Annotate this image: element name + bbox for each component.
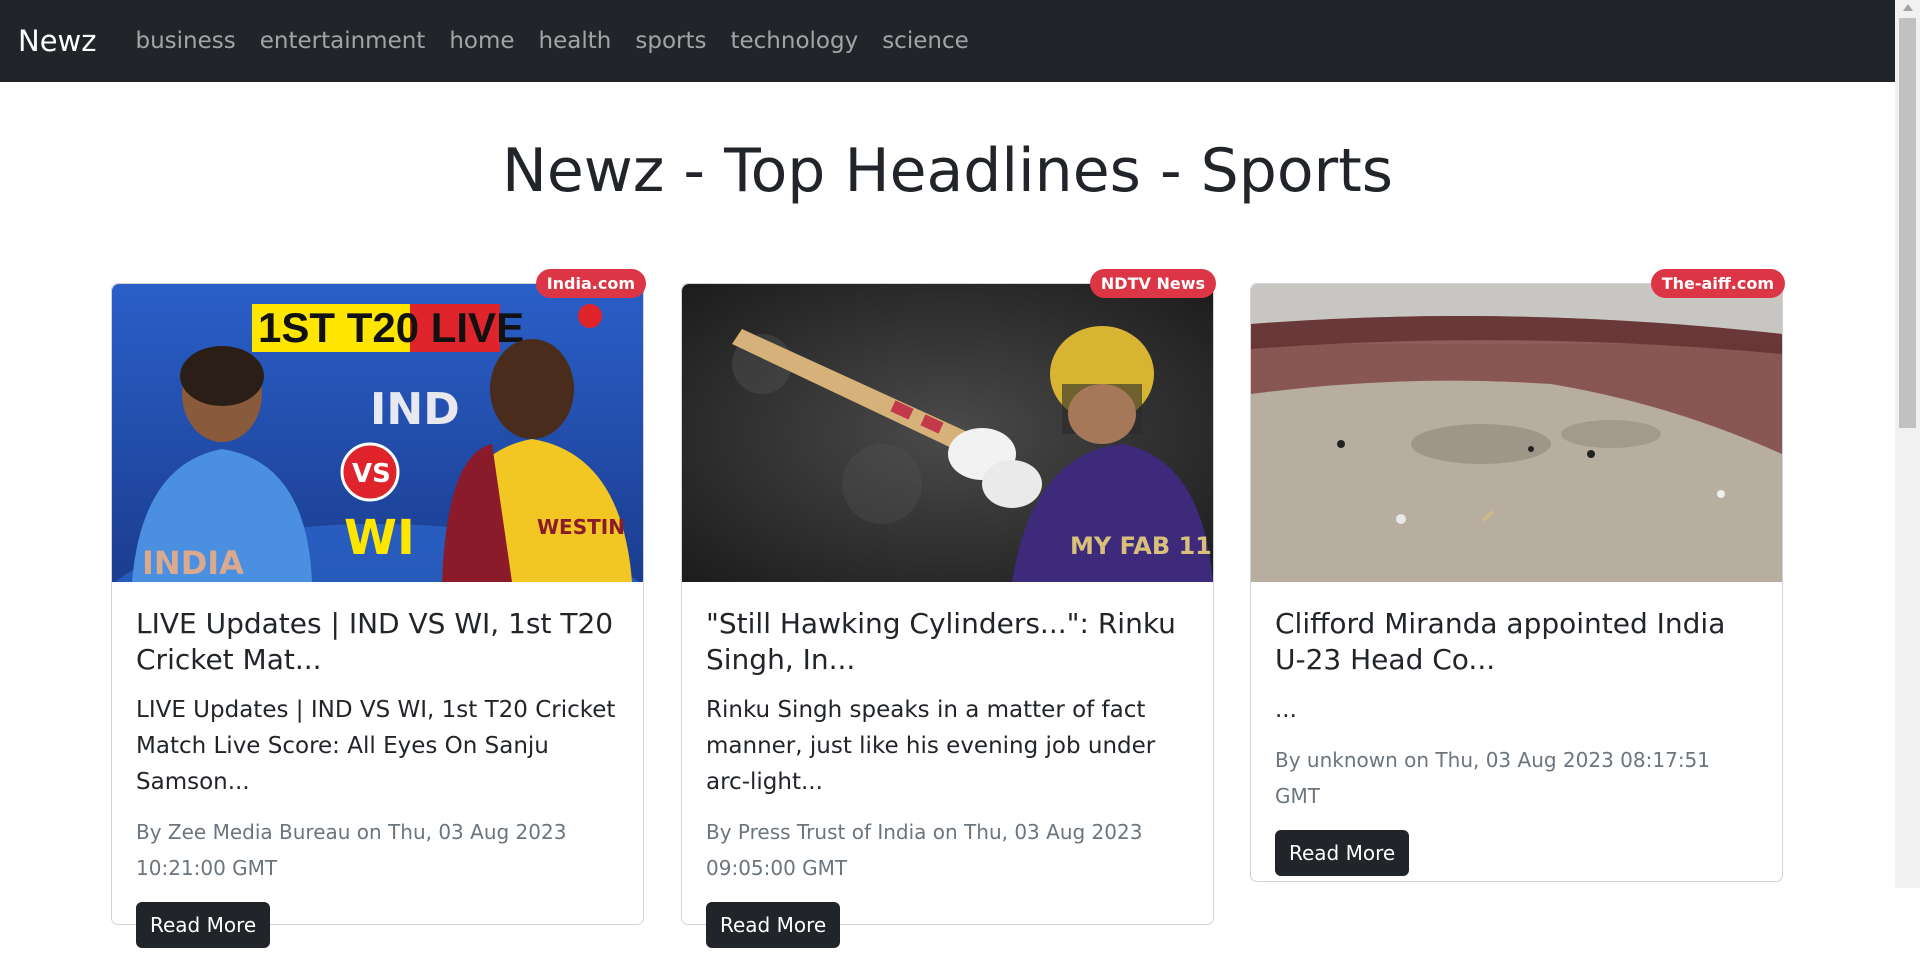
article-title: "Still Hawking Cylinders...": Rinku Sing… bbox=[706, 607, 1176, 676]
article-title: Clifford Miranda appointed India U-23 He… bbox=[1275, 607, 1726, 676]
article-image[interactable]: 1ST T20 LIVE IND VS WI INDIA WESTIN bbox=[112, 284, 643, 582]
read-more-button[interactable]: Read More bbox=[706, 902, 841, 948]
image-vs: VS bbox=[352, 459, 391, 489]
vertical-scrollbar[interactable] bbox=[1895, 0, 1920, 888]
read-more-button[interactable]: Read More bbox=[1275, 830, 1410, 876]
page-title: Newz - Top Headlines - Sports bbox=[501, 136, 1394, 206]
image-headline: 1ST T20 LIVE bbox=[258, 304, 524, 351]
article-meta: By unknown on Thu, 03 Aug 2023 08:17:51 … bbox=[1275, 748, 1710, 808]
scrollbar-thumb[interactable] bbox=[1899, 18, 1916, 428]
scroll-up-arrow-icon[interactable] bbox=[1903, 4, 1913, 11]
image-jersey-text: MY FAB 11 bbox=[1070, 532, 1212, 560]
nav-link-health[interactable]: health bbox=[539, 28, 612, 54]
read-more-button[interactable]: Read More bbox=[136, 902, 271, 948]
image-jersey-india: INDIA bbox=[142, 544, 244, 582]
nav-link-technology[interactable]: technology bbox=[730, 28, 858, 54]
image-jersey-wi: WESTIN bbox=[537, 515, 625, 539]
nav-link-home[interactable]: home bbox=[449, 28, 514, 54]
nav-link-entertainment[interactable]: entertainment bbox=[260, 28, 426, 54]
article-description: LIVE Updates | IND VS WI, 1st T20 Cricke… bbox=[136, 697, 616, 795]
brand-logo[interactable]: Newz bbox=[18, 24, 96, 58]
nav-link-sports[interactable]: sports bbox=[635, 28, 706, 54]
article-image[interactable] bbox=[1251, 284, 1782, 582]
nav-link-business[interactable]: business bbox=[135, 28, 235, 54]
article-description: ... bbox=[1275, 697, 1297, 723]
article-meta: By Zee Media Bureau on Thu, 03 Aug 2023 … bbox=[136, 820, 567, 880]
top-navbar: Newz business entertainment home health … bbox=[0, 0, 1895, 82]
source-badge: NDTV News bbox=[1089, 269, 1216, 298]
image-team1: IND bbox=[370, 384, 460, 435]
news-card: 1ST T20 LIVE IND VS WI INDIA WESTIN Indi… bbox=[111, 269, 646, 948]
news-card: The-aiff.com Clifford Miranda appointed … bbox=[1250, 269, 1785, 882]
article-description: Rinku Singh speaks in a matter of fact m… bbox=[706, 697, 1156, 795]
article-title: LIVE Updates | IND VS WI, 1st T20 Cricke… bbox=[136, 607, 614, 676]
source-badge: The-aiff.com bbox=[1650, 269, 1785, 298]
nav-link-science[interactable]: science bbox=[882, 28, 969, 54]
source-badge: India.com bbox=[535, 269, 646, 298]
news-card: MY FAB 11 NDTV News "Still Hawking Cylin… bbox=[681, 269, 1216, 948]
article-image[interactable]: MY FAB 11 bbox=[682, 284, 1213, 582]
image-team2: WI bbox=[344, 510, 415, 566]
article-meta: By Press Trust of India on Thu, 03 Aug 2… bbox=[706, 820, 1143, 880]
